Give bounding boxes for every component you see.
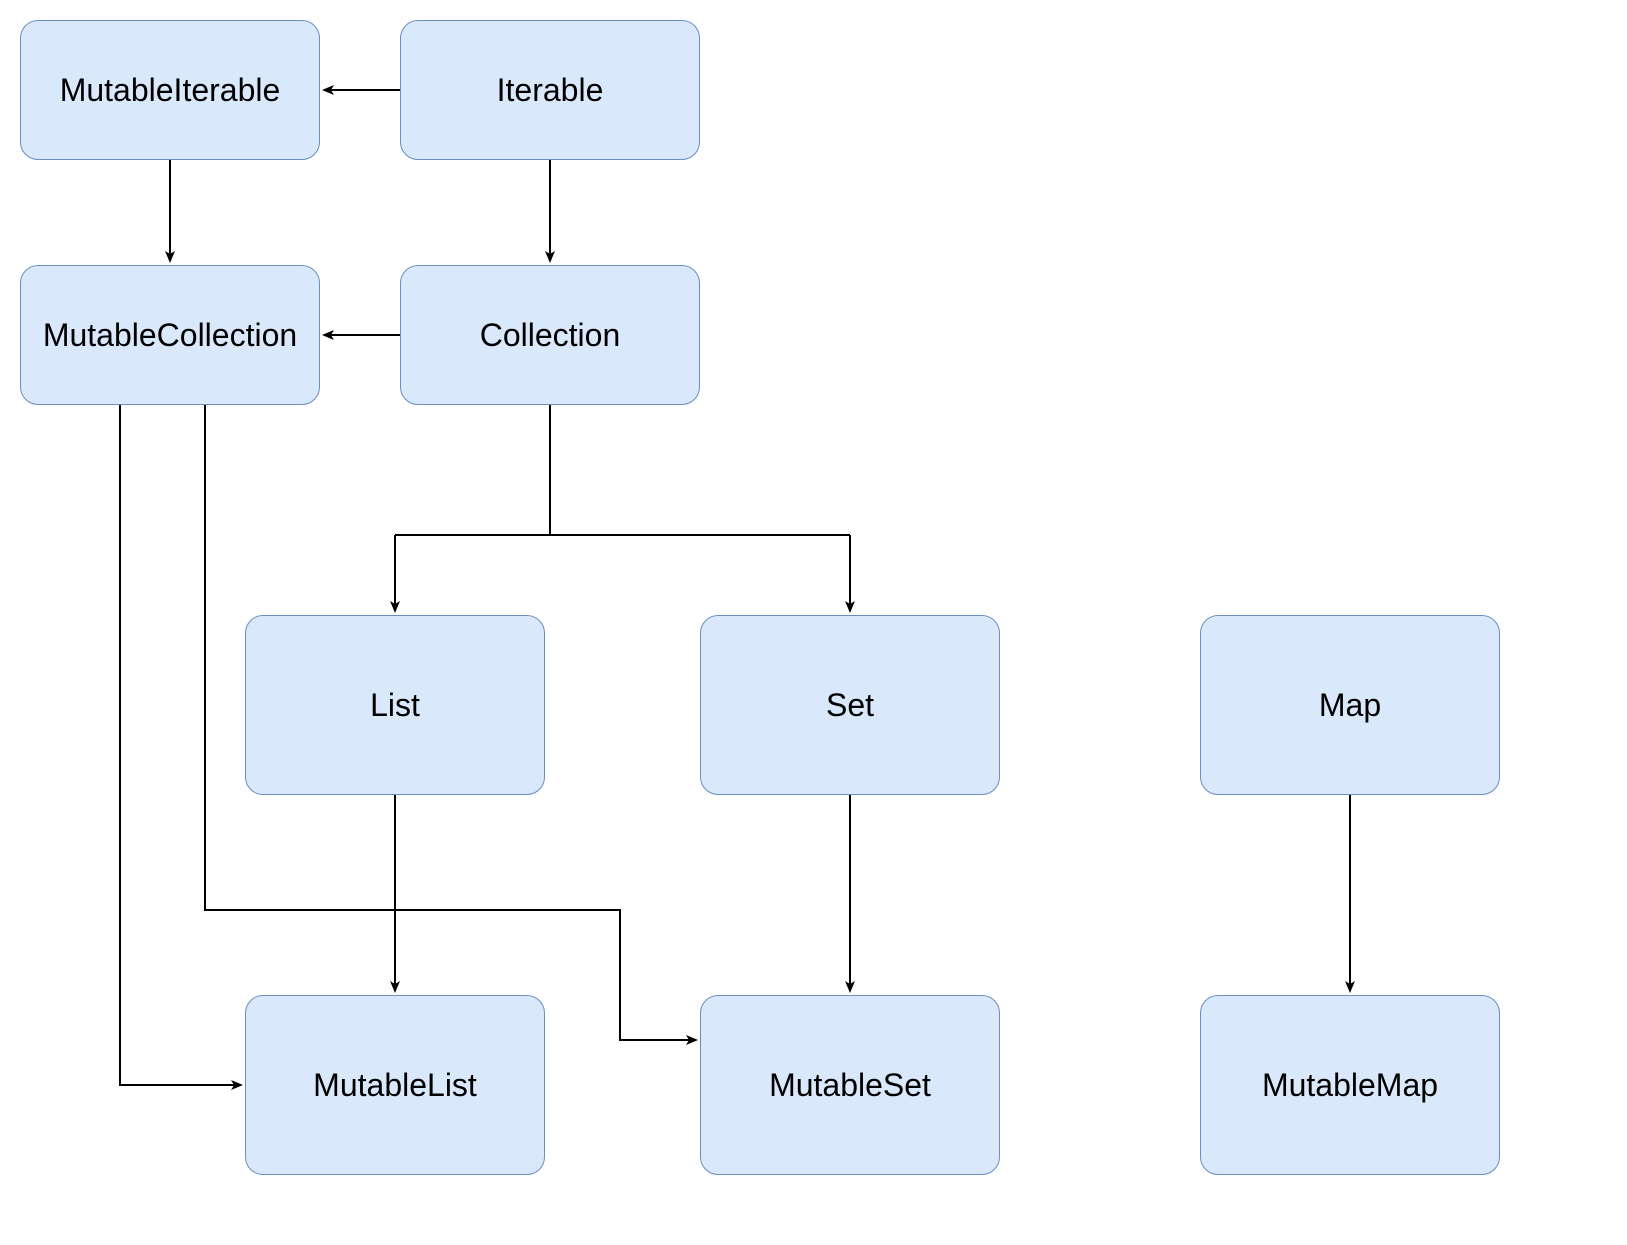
node-label: MutableIterable <box>60 72 281 109</box>
node-mutable-iterable: MutableIterable <box>20 20 320 160</box>
class-hierarchy-diagram: MutableIterable Iterable MutableCollecti… <box>0 0 1627 1245</box>
node-collection: Collection <box>400 265 700 405</box>
node-label: MutableMap <box>1262 1067 1438 1104</box>
node-map: Map <box>1200 615 1500 795</box>
node-mutable-collection: MutableCollection <box>20 265 320 405</box>
node-label: Set <box>826 687 874 724</box>
node-label: Iterable <box>497 72 604 109</box>
node-label: Map <box>1319 687 1381 724</box>
node-mutable-list: MutableList <box>245 995 545 1175</box>
node-label: List <box>370 687 420 724</box>
node-label: MutableList <box>313 1067 477 1104</box>
edge-collection-branch <box>395 405 850 535</box>
node-list: List <box>245 615 545 795</box>
node-label: Collection <box>480 317 621 354</box>
node-iterable: Iterable <box>400 20 700 160</box>
node-label: MutableCollection <box>43 317 297 354</box>
node-mutable-set: MutableSet <box>700 995 1000 1175</box>
edge-mutable-collection-to-mutable-list <box>120 405 241 1085</box>
node-label: MutableSet <box>769 1067 931 1104</box>
node-mutable-map: MutableMap <box>1200 995 1500 1175</box>
node-set: Set <box>700 615 1000 795</box>
